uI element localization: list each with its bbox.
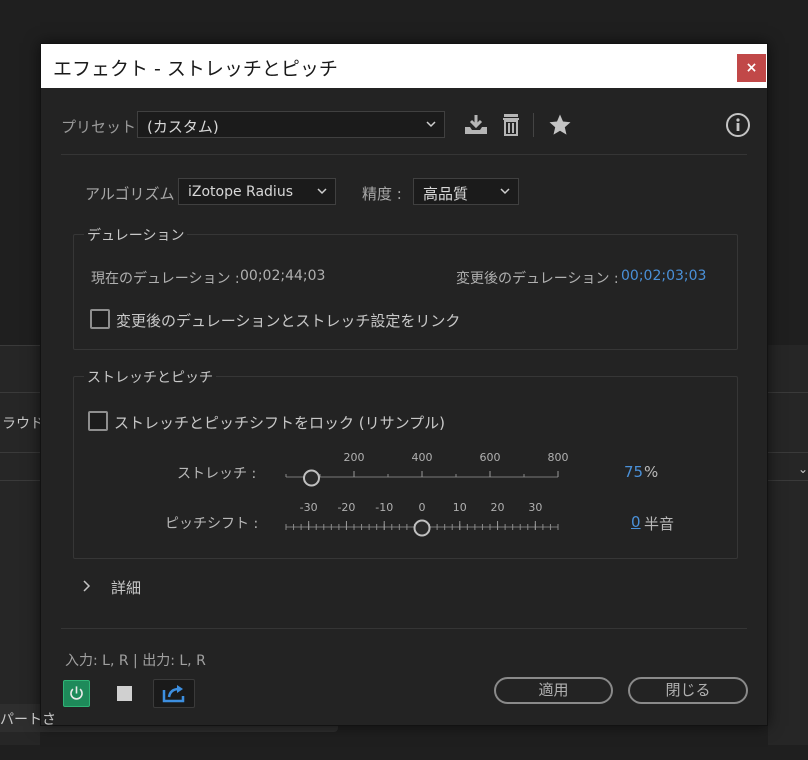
slider-tick-label: 20: [491, 501, 505, 514]
algorithm-dropdown[interactable]: iZotope Radius: [178, 178, 336, 205]
background-divider: [768, 392, 808, 393]
chevron-down-icon: [500, 188, 510, 195]
section-divider: [61, 154, 747, 155]
new-duration-value[interactable]: 00;02;03;03: [621, 268, 706, 284]
slider-tick-label: -20: [337, 501, 355, 514]
chevron-down-icon: ⌄: [797, 462, 808, 476]
precision-value: 高品質: [423, 185, 469, 203]
precision-label: 精度 :: [362, 185, 402, 203]
slider-tick-label: -10: [375, 501, 393, 514]
link-duration-checkbox[interactable]: [90, 309, 110, 329]
io-channels: 入力: L, R | 出力: L, R: [65, 653, 206, 669]
background-divider: [0, 345, 40, 346]
slider-tick-label: -30: [300, 501, 318, 514]
pitch-shift-value[interactable]: 0: [631, 513, 641, 531]
lock-resample-label[interactable]: ストレッチとピッチシフトをロック (リサンプル): [114, 412, 445, 433]
power-icon: [70, 686, 83, 700]
new-duration-label: 変更後のデュレーション :: [456, 271, 619, 287]
background-text-export: パートさ: [0, 712, 56, 728]
chevron-right-icon[interactable]: [81, 579, 91, 593]
background-panel-left: [0, 345, 40, 745]
loop-preview-button[interactable]: [153, 679, 195, 708]
precision-dropdown[interactable]: 高品質: [413, 178, 519, 205]
preset-dropdown[interactable]: (カスタム): [137, 111, 445, 138]
link-duration-label[interactable]: 変更後のデュレーションとストレッチ設定をリンク: [116, 310, 460, 331]
info-icon[interactable]: [725, 112, 751, 138]
algorithm-label: アルゴリズム :: [85, 185, 185, 203]
close-button[interactable]: ×: [737, 54, 766, 82]
slider-knob[interactable]: [303, 469, 320, 487]
background-divider: [768, 480, 808, 481]
pitch-shift-slider[interactable]: -30 -20 -10 0 10 20 30: [282, 501, 572, 541]
background-panel-right: [768, 345, 808, 745]
stretch-value[interactable]: 75: [624, 463, 643, 481]
preset-value: (カスタム): [147, 118, 219, 136]
toolbar-separator: [533, 113, 534, 137]
current-duration-value: 00;02;44;03: [240, 268, 326, 284]
preset-row: プリセット : (カスタム): [61, 111, 751, 139]
slider-tick-label: 200: [344, 451, 365, 464]
background-divider: [0, 480, 40, 481]
slider-tick-label: 10: [453, 501, 467, 514]
slider-tick-label: 800: [548, 451, 569, 464]
slider-knob[interactable]: [413, 519, 431, 537]
background-divider: [768, 452, 808, 453]
stretch-label: ストレッチ :: [177, 466, 257, 482]
slider-tick-label: 0: [419, 501, 426, 514]
current-duration-label: 現在のデュレーション :: [91, 271, 240, 287]
details-toggle[interactable]: 詳細: [111, 577, 141, 598]
algorithm-value: iZotope Radius: [188, 184, 293, 200]
chevron-down-icon: [426, 121, 436, 128]
dialog-title: エフェクト - ストレッチとピッチ: [53, 58, 338, 80]
export-loop-icon: [162, 685, 185, 703]
power-toggle-button[interactable]: [63, 680, 90, 707]
background-divider: [0, 392, 40, 393]
save-preset-icon[interactable]: [463, 113, 489, 137]
stretch-pitch-legend: ストレッチとピッチ: [84, 367, 216, 387]
effect-dialog: エフェクト - ストレッチとピッチ × プリセット : (カスタム) アルゴリズ…: [40, 43, 768, 726]
stretch-slider[interactable]: 200 400 600 800: [282, 451, 572, 491]
slider-tick-label: 400: [412, 451, 433, 464]
duration-legend: デュレーション: [84, 225, 188, 245]
star-icon[interactable]: [548, 113, 572, 137]
pitch-shift-label: ピッチシフト :: [165, 516, 259, 532]
stretch-pitch-group: ストレッチとピッチ ストレッチとピッチシフトをロック (リサンプル) ストレッチ…: [73, 367, 738, 559]
title-bar: エフェクト - ストレッチとピッチ ×: [41, 44, 767, 88]
lock-resample-checkbox[interactable]: [88, 411, 108, 431]
slider-tick-label: 30: [528, 501, 542, 514]
apply-button[interactable]: 適用: [494, 677, 613, 704]
trash-icon[interactable]: [501, 113, 521, 137]
section-divider: [61, 628, 747, 629]
slider-tick-label: 600: [480, 451, 501, 464]
duration-group: デュレーション 現在のデュレーション : 00;02;44;03 変更後のデュレ…: [73, 225, 738, 350]
background-divider: [0, 452, 40, 453]
preset-label: プリセット :: [61, 118, 146, 136]
stop-button[interactable]: [117, 686, 132, 701]
chevron-down-icon: [317, 188, 327, 195]
pitch-shift-unit: 半音: [644, 515, 675, 533]
close-dialog-button[interactable]: 閉じる: [628, 677, 748, 704]
stretch-unit: %: [644, 463, 659, 481]
